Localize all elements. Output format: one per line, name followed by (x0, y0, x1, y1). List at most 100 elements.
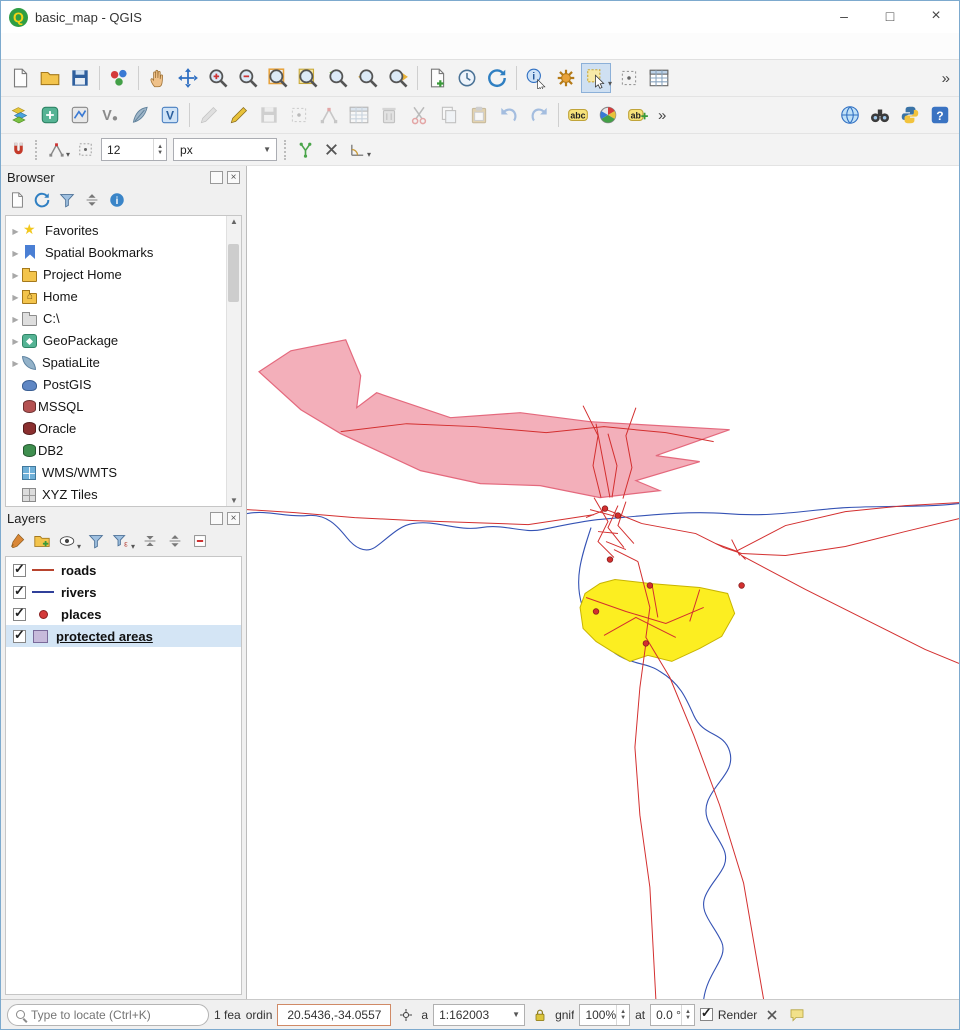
snapping-units-combo[interactable]: px ▼ (173, 138, 277, 161)
open-attribute-table-button[interactable] (644, 63, 674, 93)
copy-features-button[interactable] (434, 100, 464, 130)
browser-item[interactable]: GeoPackage (6, 329, 226, 351)
expander-icon[interactable] (9, 353, 22, 371)
scrollbar-thumb[interactable] (228, 244, 239, 302)
layer-item[interactable]: places (6, 603, 241, 625)
add-vector-layer-button[interactable] (95, 100, 125, 130)
redo-button[interactable] (524, 100, 554, 130)
layers-close-button[interactable]: × (227, 512, 240, 525)
scroll-down-icon[interactable]: ▼ (230, 496, 238, 505)
browser-item[interactable]: Project Home (6, 263, 226, 285)
manage-map-themes-button[interactable] (55, 529, 79, 553)
new-map-view-button[interactable] (422, 63, 452, 93)
delete-selected-button[interactable] (374, 100, 404, 130)
add-selected-layers-button[interactable] (5, 188, 29, 212)
layer-visibility-checkbox[interactable] (13, 630, 26, 643)
topological-editing-button[interactable] (292, 137, 318, 163)
vertex-tool-button[interactable] (314, 100, 344, 130)
menu-item[interactable] (57, 42, 73, 50)
deselect-features-button[interactable] (614, 63, 644, 93)
layer-visibility-checkbox[interactable] (13, 586, 26, 599)
paste-features-button[interactable] (464, 100, 494, 130)
browser-item[interactable]: PostGIS (6, 373, 226, 395)
minimize-button[interactable]: – (821, 1, 867, 33)
locate-search-box[interactable] (7, 1004, 209, 1026)
refresh-map-button[interactable] (482, 63, 512, 93)
new-spatialite-layer-button[interactable] (125, 100, 155, 130)
layer-item[interactable]: rivers (6, 581, 241, 603)
close-button[interactable]: × (913, 1, 959, 33)
menu-item[interactable] (105, 42, 121, 50)
menu-item[interactable] (137, 42, 153, 50)
undo-button[interactable] (494, 100, 524, 130)
open-layer-styling-button[interactable] (5, 529, 29, 553)
menu-item[interactable] (121, 42, 137, 50)
properties-widget-button[interactable] (105, 188, 129, 212)
layers-float-button[interactable] (210, 512, 223, 525)
browser-item[interactable]: C:\ (6, 307, 226, 329)
help-button[interactable] (925, 100, 955, 130)
layer-visibility-checkbox[interactable] (13, 564, 26, 577)
layer-item[interactable]: roads (6, 559, 241, 581)
add-group-button[interactable] (30, 529, 54, 553)
modify-attributes-button[interactable] (344, 100, 374, 130)
labeling-options-button[interactable] (623, 100, 653, 130)
collapse-all-button[interactable] (80, 188, 104, 212)
snapping-type-button[interactable] (72, 137, 98, 163)
layer-diagram-button[interactable] (593, 100, 623, 130)
tracing-dropdown-icon[interactable]: ▾ (367, 150, 371, 159)
pan-map-button[interactable] (143, 63, 173, 93)
toggle-editing-button[interactable] (194, 100, 224, 130)
data-source-manager-button[interactable] (5, 100, 35, 130)
render-checkbox[interactable] (700, 1008, 713, 1021)
filter-expression-dropdown-icon[interactable]: ▾ (131, 542, 135, 551)
browser-item[interactable]: WMS/WMTS (6, 461, 226, 483)
menu-item[interactable] (89, 42, 105, 50)
add-feature-button[interactable] (284, 100, 314, 130)
browser-item[interactable]: SpatiaLite (6, 351, 226, 373)
stop-rendering-icon[interactable] (762, 1005, 782, 1025)
metasearch-button[interactable] (835, 100, 865, 130)
extents-icon[interactable] (396, 1005, 416, 1025)
zoom-to-selection-button[interactable] (293, 63, 323, 93)
browser-item[interactable]: XYZ Tiles (6, 483, 226, 505)
browser-item[interactable]: Spatial Bookmarks (6, 241, 226, 263)
filter-by-expression-button[interactable] (109, 529, 133, 553)
scale-combo[interactable]: 1:162003 ▼ (433, 1004, 525, 1026)
current-edits-button[interactable] (224, 100, 254, 130)
menu-item[interactable] (41, 42, 57, 50)
browser-item[interactable]: Home (6, 285, 226, 307)
toolbar-overflow-icon[interactable]: » (653, 107, 671, 124)
toolbar-overflow-icon[interactable]: » (937, 70, 955, 87)
remove-layer-button[interactable] (188, 529, 212, 553)
expander-icon[interactable] (9, 331, 22, 349)
dropdown-icon[interactable]: ▼ (508, 1010, 524, 1019)
maximize-button[interactable]: □ (867, 1, 913, 33)
map-themes-dropdown-icon[interactable]: ▾ (77, 542, 81, 551)
refresh-browser-button[interactable] (30, 188, 54, 212)
new-project-button[interactable] (5, 63, 35, 93)
messages-icon[interactable] (787, 1005, 807, 1025)
zoom-in-button[interactable] (203, 63, 233, 93)
pan-to-selection-button[interactable] (173, 63, 203, 93)
expander-icon[interactable] (9, 243, 22, 261)
browser-item[interactable]: MSSQL (6, 395, 226, 417)
save-project-button[interactable] (65, 63, 95, 93)
coordinate-field[interactable]: 20.5436,-34.0557 (277, 1004, 391, 1026)
menu-item[interactable] (73, 42, 89, 50)
layer-item[interactable]: protected areas (6, 625, 241, 647)
open-project-button[interactable] (35, 63, 65, 93)
browser-item[interactable]: Favorites (6, 219, 226, 241)
spin-arrows-icon[interactable]: ▲▼ (153, 139, 166, 160)
dropdown-icon[interactable]: ▼ (258, 145, 276, 154)
expander-icon[interactable] (9, 265, 22, 283)
expander-icon[interactable] (9, 287, 22, 305)
filter-legend-button[interactable] (84, 529, 108, 553)
collapse-all-layers-button[interactable] (163, 529, 187, 553)
expander-icon[interactable] (9, 221, 22, 239)
python-console-button[interactable] (895, 100, 925, 130)
spin-arrows-icon[interactable]: ▲▼ (681, 1005, 694, 1025)
style-manager-button[interactable] (104, 63, 134, 93)
spin-arrows-icon[interactable]: ▲▼ (616, 1005, 629, 1025)
layer-labeling-button[interactable] (563, 100, 593, 130)
